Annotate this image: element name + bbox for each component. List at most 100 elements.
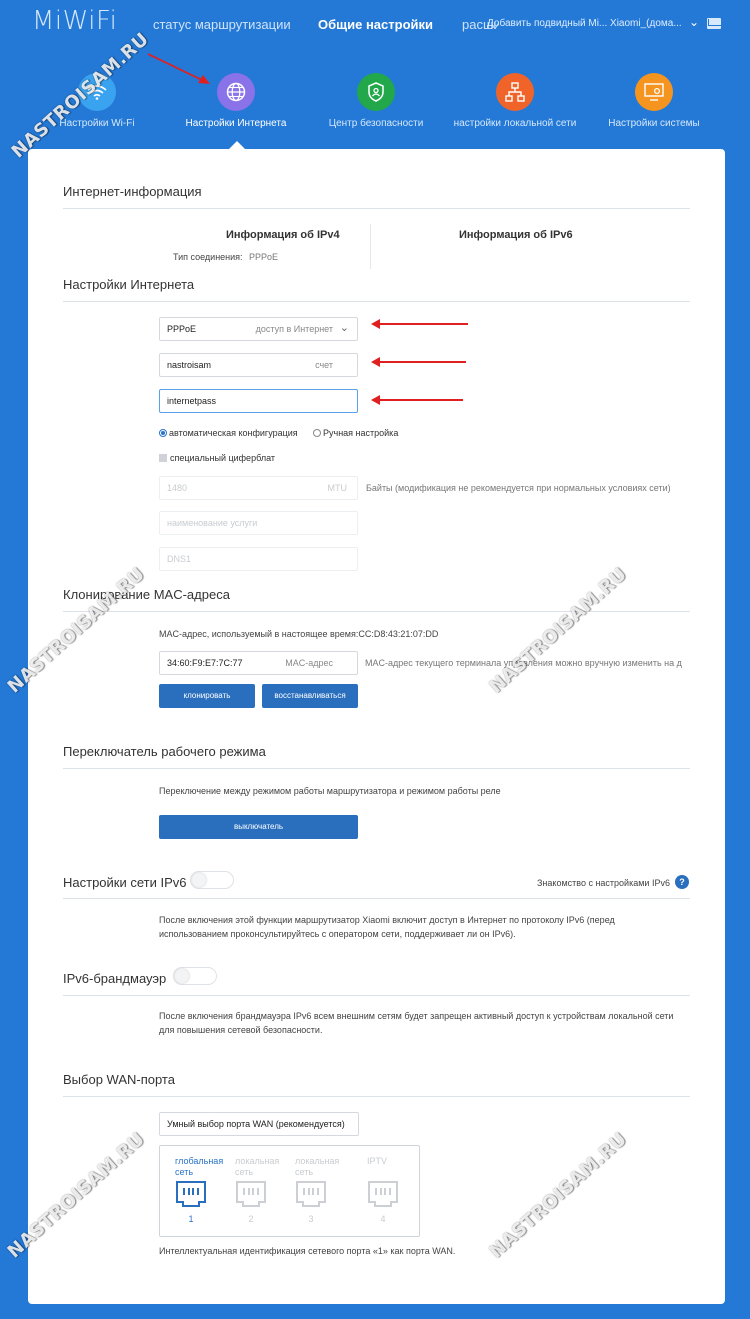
- restore-button[interactable]: восстанавливаться: [262, 684, 358, 708]
- annotation-arrow: [147, 53, 210, 84]
- account-input[interactable]: nastroisam счет: [159, 353, 358, 377]
- user-menu[interactable]: Добавить подвидный Mi... Xiaomi_(дома...: [487, 18, 699, 29]
- input-hint: MTU: [327, 483, 348, 493]
- ipv6-desc-line1: После включения этой функции маршрутизат…: [159, 915, 615, 925]
- tile-lan-settings[interactable]: настройки локальной сети: [445, 73, 585, 129]
- ipv6-help-link[interactable]: Знакомство с настройками IPv6: [537, 878, 670, 888]
- port-3[interactable]: локальная сеть 3: [295, 1156, 345, 1225]
- connection-mode-select[interactable]: PPPoE доступ в Интернет ⌄: [159, 317, 358, 341]
- radio-label: автоматическая конфигурация: [169, 428, 298, 438]
- port-label: сеть: [175, 1167, 194, 1177]
- input-hint: MAC-адрес: [285, 658, 333, 668]
- ipv6-toggle[interactable]: [190, 871, 234, 889]
- port-label: локальная: [295, 1156, 340, 1166]
- tile-system-settings[interactable]: Настройки системы: [584, 73, 724, 129]
- port-label: локальная: [235, 1156, 280, 1166]
- port-4[interactable]: IPTV 4: [367, 1156, 417, 1225]
- input-value: nastroisam: [167, 360, 212, 370]
- port-2[interactable]: локальная сеть 2: [235, 1156, 285, 1225]
- nav-general-settings[interactable]: Общие настройки: [318, 17, 433, 32]
- radio-unchecked-icon: [313, 429, 321, 437]
- annotation-arrow: [371, 357, 466, 367]
- ethernet-port-icon: [236, 1181, 266, 1207]
- switch-mode-button[interactable]: выключатель: [159, 815, 358, 839]
- logo: MiWiFi: [32, 6, 118, 36]
- service-name-input[interactable]: наименование услуги: [159, 511, 358, 535]
- password-input[interactable]: internetpass: [159, 389, 358, 413]
- divider: [63, 995, 690, 996]
- port-label: глобальная: [175, 1156, 224, 1166]
- port-number: 1: [188, 1214, 194, 1224]
- conn-type-label: Тип соединения:: [173, 252, 243, 262]
- section-title-internet-info: Интернет-информация: [63, 184, 202, 199]
- section-title-wan-port: Выбор WAN-порта: [63, 1072, 175, 1087]
- divider: [370, 224, 371, 269]
- wan-port-diagram: глобальная сеть 1 локальная сеть 2 локальн…: [159, 1145, 420, 1237]
- port-label: IPTV: [367, 1156, 388, 1166]
- tile-label: Настройки Интернета: [185, 118, 287, 129]
- divider: [63, 1096, 690, 1097]
- annotation-arrow: [371, 319, 468, 329]
- ipv6-firewall-toggle[interactable]: [173, 967, 217, 985]
- input-placeholder: DNS1: [167, 554, 192, 564]
- input-placeholder: наименование услуги: [167, 518, 258, 528]
- tile-label: Настройки системы: [608, 118, 700, 129]
- port-number: 4: [380, 1214, 386, 1224]
- ethernet-port-icon: [296, 1181, 326, 1207]
- ipv4-info-title: Информация об IPv4: [226, 229, 340, 241]
- divider: [63, 768, 690, 769]
- radio-checked-icon: [159, 429, 167, 437]
- wan-note: Интеллектуальная идентификация сетевого …: [159, 1246, 456, 1256]
- port-label: сеть: [295, 1167, 314, 1177]
- top-bar: MiWiFi статус маршрутизации Общие настро…: [0, 0, 750, 50]
- monitor-gear-icon: [635, 73, 673, 111]
- tile-security-center[interactable]: Центр безопасности: [306, 73, 446, 129]
- section-title-ipv6-firewall: IPv6-брандмауэр: [63, 971, 167, 986]
- dns-input[interactable]: DNS1: [159, 547, 358, 571]
- ipv6-info-title: Информация об IPv6: [459, 229, 573, 241]
- divider: [63, 208, 690, 209]
- input-value: 1480: [167, 483, 188, 493]
- chevron-down-icon: ⌄: [339, 322, 349, 334]
- conn-type-value: PPPoE: [249, 252, 279, 262]
- select-value: PPPoE: [167, 324, 197, 334]
- checkbox-icon: [159, 454, 167, 462]
- divider: [63, 301, 690, 302]
- input-hint: счет: [315, 360, 333, 370]
- port-label: сеть: [235, 1167, 254, 1177]
- select-hint: доступ в Интернет: [255, 324, 333, 334]
- port-1[interactable]: глобальная сеть 1: [175, 1156, 225, 1225]
- divider: [63, 898, 690, 899]
- mtu-note: Байты (модификация не рекомендуется при …: [366, 483, 671, 493]
- work-mode-desc: Переключение между режимом работы маршру…: [159, 786, 501, 796]
- current-mac-label: MAC-адрес, используемый в настоящее врем…: [159, 629, 439, 639]
- chevron-down-icon[interactable]: ⌄: [689, 15, 699, 29]
- checkbox-special-dial[interactable]: специальный циферблат: [159, 453, 275, 463]
- tile-label: Центр безопасности: [328, 118, 424, 129]
- network-icon: [496, 73, 534, 111]
- help-icon[interactable]: ?: [675, 875, 689, 889]
- firewall-desc-line2: для повышения сетевой безопасности.: [159, 1025, 323, 1035]
- mail-icon[interactable]: [707, 18, 721, 29]
- nav-routing-status[interactable]: статус маршрутизации: [153, 17, 291, 32]
- input-value: 34:60:F9:E7:7C:77: [167, 658, 243, 668]
- section-title-ipv6: Настройки сети IPv6: [63, 875, 187, 890]
- mac-input[interactable]: 34:60:F9:E7:7C:77 MAC-адрес: [159, 651, 358, 675]
- section-title-work-mode: Переключатель рабочего режима: [63, 744, 266, 759]
- wan-port-select[interactable]: Умный выбор порта WAN (рекомендуется): [159, 1112, 359, 1136]
- tile-label: настройки локальной сети: [453, 118, 577, 129]
- radio-label: Ручная настройка: [323, 428, 399, 438]
- globe-icon: [217, 73, 255, 111]
- mtu-input[interactable]: 1480 MTU: [159, 476, 358, 500]
- section-title-internet-settings: Настройки Интернета: [63, 277, 195, 292]
- radio-auto-config[interactable]: автоматическая конфигурация: [159, 428, 298, 438]
- active-tile-pointer: [229, 141, 245, 149]
- ipv6-desc-line2: использованием проконсультируйтесь с опе…: [159, 929, 516, 939]
- shield-icon: [357, 73, 395, 111]
- ethernet-port-icon: [368, 1181, 398, 1207]
- clone-button[interactable]: клонировать: [159, 684, 255, 708]
- checkbox-label: специальный циферблат: [170, 453, 276, 463]
- annotation-arrow: [371, 395, 463, 405]
- firewall-desc-line1: После включения брандмауэра IPv6 всем вн…: [159, 1011, 674, 1021]
- radio-manual-config[interactable]: Ручная настройка: [313, 428, 398, 438]
